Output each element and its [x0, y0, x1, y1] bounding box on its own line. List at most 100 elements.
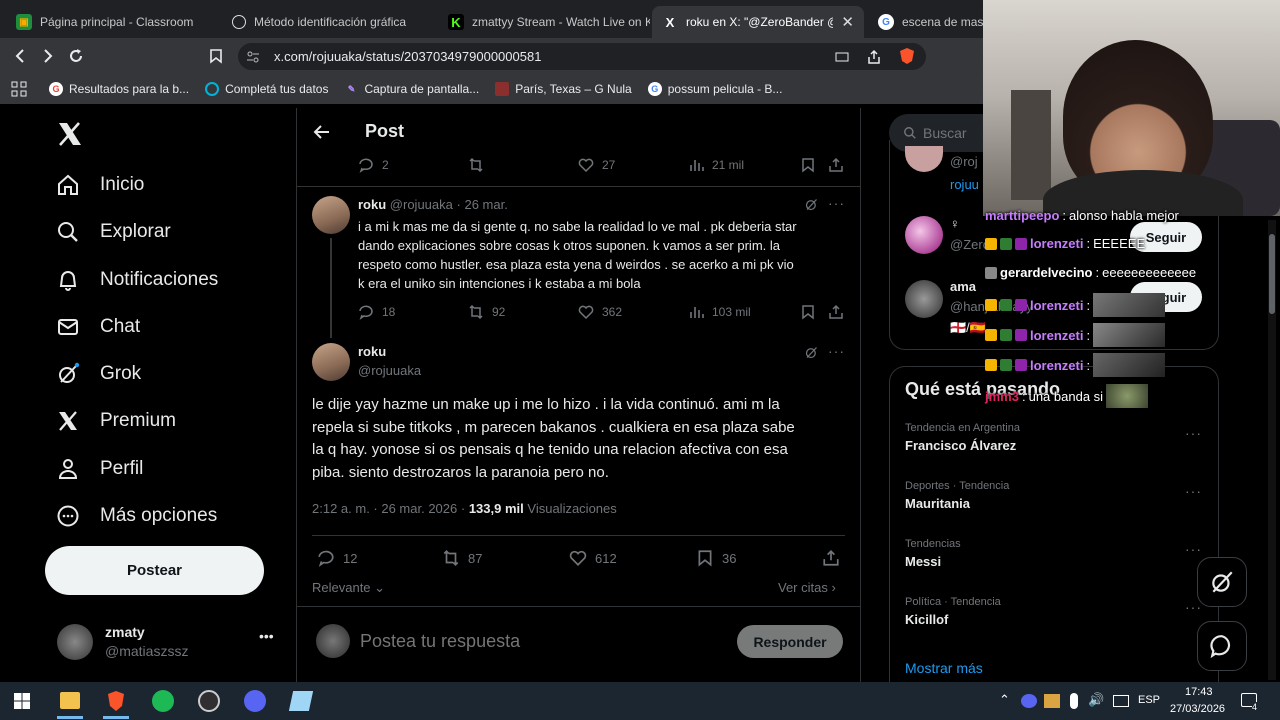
- trend-item[interactable]: Deportes · Tendencia Mauritania: [905, 480, 1009, 511]
- bookmark-item[interactable]: Completá tus datos: [205, 82, 328, 96]
- url-text[interactable]: x.com/rojuuaka/status/203703497900000058…: [274, 49, 541, 64]
- repost-action[interactable]: [468, 157, 484, 173]
- brave-icon[interactable]: [106, 690, 126, 712]
- show-more-link[interactable]: Mostrar más: [905, 660, 983, 676]
- post-button[interactable]: Postear: [45, 546, 264, 595]
- repost-action[interactable]: 92: [468, 304, 505, 320]
- views-action[interactable]: 103 mil: [688, 304, 751, 320]
- author-handle[interactable]: @rojuuaka: [390, 197, 453, 212]
- trend-item[interactable]: Tendencia en Argentina Francisco Álvarez: [905, 422, 1020, 453]
- speaker-icon[interactable]: 🔊: [1088, 692, 1104, 708]
- more-dots-icon[interactable]: ···: [1185, 483, 1202, 499]
- forward-icon[interactable]: [40, 48, 56, 64]
- scrollbar[interactable]: [1268, 220, 1276, 680]
- install-icon[interactable]: [834, 49, 850, 65]
- tab-x-active[interactable]: X roku en X: "@ZeroBander @h ✕: [652, 6, 864, 38]
- sort-replies-dropdown[interactable]: Relevante ⌄: [312, 580, 385, 596]
- reply-input[interactable]: [360, 628, 720, 654]
- tray-app-icon[interactable]: [1044, 694, 1060, 708]
- tab-kick[interactable]: K zmattyy Stream - Watch Live on K: [438, 6, 650, 38]
- notepad-icon[interactable]: [288, 691, 314, 711]
- x-logo-icon[interactable]: [57, 121, 83, 147]
- sidebar-item-explorar[interactable]: Explorar: [56, 220, 171, 244]
- reply-action[interactable]: 12: [317, 549, 357, 567]
- sidebar-item-grok[interactable]: Grok: [56, 362, 141, 386]
- obs-icon[interactable]: [198, 690, 220, 712]
- more-dots-icon[interactable]: ···: [1185, 425, 1202, 441]
- bookmark-icon[interactable]: [800, 157, 816, 173]
- spotify-icon[interactable]: [152, 690, 174, 712]
- author-name[interactable]: roku: [358, 344, 386, 359]
- network-icon[interactable]: [1113, 695, 1129, 707]
- author-name[interactable]: roku: [358, 197, 386, 212]
- bookmark-action[interactable]: 36: [696, 549, 736, 567]
- follow-name[interactable]: ♀: [950, 216, 960, 231]
- sidebar-item-perfil[interactable]: Perfil: [56, 457, 143, 481]
- more-dots-icon[interactable]: ···: [1185, 541, 1202, 557]
- address-bar[interactable]: x.com/rojuuaka/status/203703497900000058…: [238, 43, 926, 70]
- messages-fab[interactable]: [1197, 621, 1247, 671]
- reload-icon[interactable]: [68, 48, 84, 64]
- explorer-icon[interactable]: [60, 692, 80, 709]
- sidebar-item-premium[interactable]: Premium: [56, 409, 176, 433]
- sidebar-item-chat[interactable]: Chat: [56, 315, 140, 339]
- account-switcher[interactable]: zmaty @matiaszssz •••: [45, 616, 285, 668]
- chevron-up-icon[interactable]: ⌃: [999, 692, 1010, 708]
- windows-icon[interactable]: [14, 693, 30, 709]
- trend-item[interactable]: Política · Tendencia Kicillof: [905, 596, 1001, 627]
- views-action[interactable]: 21 mil: [688, 157, 744, 173]
- bookmark-item[interactable]: París, Texas – G Nula: [495, 82, 632, 96]
- share-icon[interactable]: [828, 157, 844, 173]
- bookmark-icon[interactable]: [800, 304, 816, 320]
- sidebar-item-notificaciones[interactable]: Notificaciones: [56, 268, 218, 292]
- share-icon[interactable]: [828, 304, 844, 320]
- reply-action[interactable]: 2: [358, 157, 389, 173]
- view-quotes-link[interactable]: Ver citas ›: [778, 580, 836, 595]
- avatar[interactable]: [312, 343, 350, 381]
- grok-icon[interactable]: [804, 197, 819, 212]
- like-action[interactable]: 362: [578, 304, 622, 320]
- bookmark-page-icon[interactable]: [208, 48, 224, 64]
- discord-icon[interactable]: [244, 690, 266, 712]
- brave-shield-icon[interactable]: [898, 47, 916, 65]
- more-dots-icon[interactable]: •••: [259, 628, 274, 644]
- avatar[interactable]: [905, 216, 943, 254]
- bookmark-item[interactable]: G Resultados para la b...: [49, 82, 189, 96]
- microphone-icon[interactable]: [1070, 693, 1078, 709]
- sidebar-item-mas-opciones[interactable]: Más opciones: [56, 504, 217, 528]
- follow-extra[interactable]: rojuu: [950, 177, 979, 192]
- clock-time[interactable]: 17:43: [1185, 686, 1213, 698]
- back-arrow-icon[interactable]: [313, 124, 331, 140]
- like-action[interactable]: 27: [578, 157, 615, 173]
- grok-fab[interactable]: [1197, 557, 1247, 607]
- clock-date[interactable]: 27/03/2026: [1170, 703, 1225, 715]
- follow-handle[interactable]: @roj: [950, 154, 978, 169]
- scrollbar-thumb[interactable]: [1269, 234, 1275, 314]
- follow-handle[interactable]: @Zero: [950, 237, 990, 252]
- trend-item[interactable]: Tendencias Messi: [905, 538, 961, 569]
- reply-action[interactable]: 18: [358, 304, 395, 320]
- author-handle[interactable]: @rojuuaka: [358, 363, 421, 378]
- grok-icon[interactable]: [804, 345, 819, 360]
- discord-tray-icon[interactable]: [1021, 694, 1037, 708]
- share-icon[interactable]: [866, 49, 882, 65]
- post-time[interactable]: 2:12 a. m. · 26 mar. 2026 ·: [312, 501, 465, 516]
- tab-chatgpt[interactable]: Método identificación gráfica: [222, 6, 436, 38]
- avatar[interactable]: [312, 196, 350, 234]
- close-icon[interactable]: ✕: [841, 13, 854, 31]
- follow-name[interactable]: ama: [950, 279, 976, 294]
- post-date[interactable]: 26 mar.: [464, 197, 507, 212]
- bookmark-item[interactable]: Gpossum pelicula - B...: [647, 82, 782, 96]
- share-icon[interactable]: [822, 549, 840, 567]
- repost-action[interactable]: 87: [442, 549, 482, 567]
- tab-google[interactable]: G escena de maso: [868, 6, 983, 38]
- back-icon[interactable]: [12, 48, 28, 64]
- more-dots-icon[interactable]: ···: [828, 195, 845, 211]
- sidebar-item-inicio[interactable]: Inicio: [56, 173, 144, 197]
- apps-grid-icon[interactable]: [11, 81, 27, 97]
- site-info-icon[interactable]: [246, 50, 260, 64]
- bookmark-item[interactable]: ✎ Captura de pantalla...: [344, 82, 480, 96]
- tab-classroom[interactable]: ▣ Página principal - Classroom: [6, 6, 220, 38]
- language-indicator[interactable]: ESP: [1138, 694, 1160, 706]
- reply-button[interactable]: Responder: [737, 625, 843, 658]
